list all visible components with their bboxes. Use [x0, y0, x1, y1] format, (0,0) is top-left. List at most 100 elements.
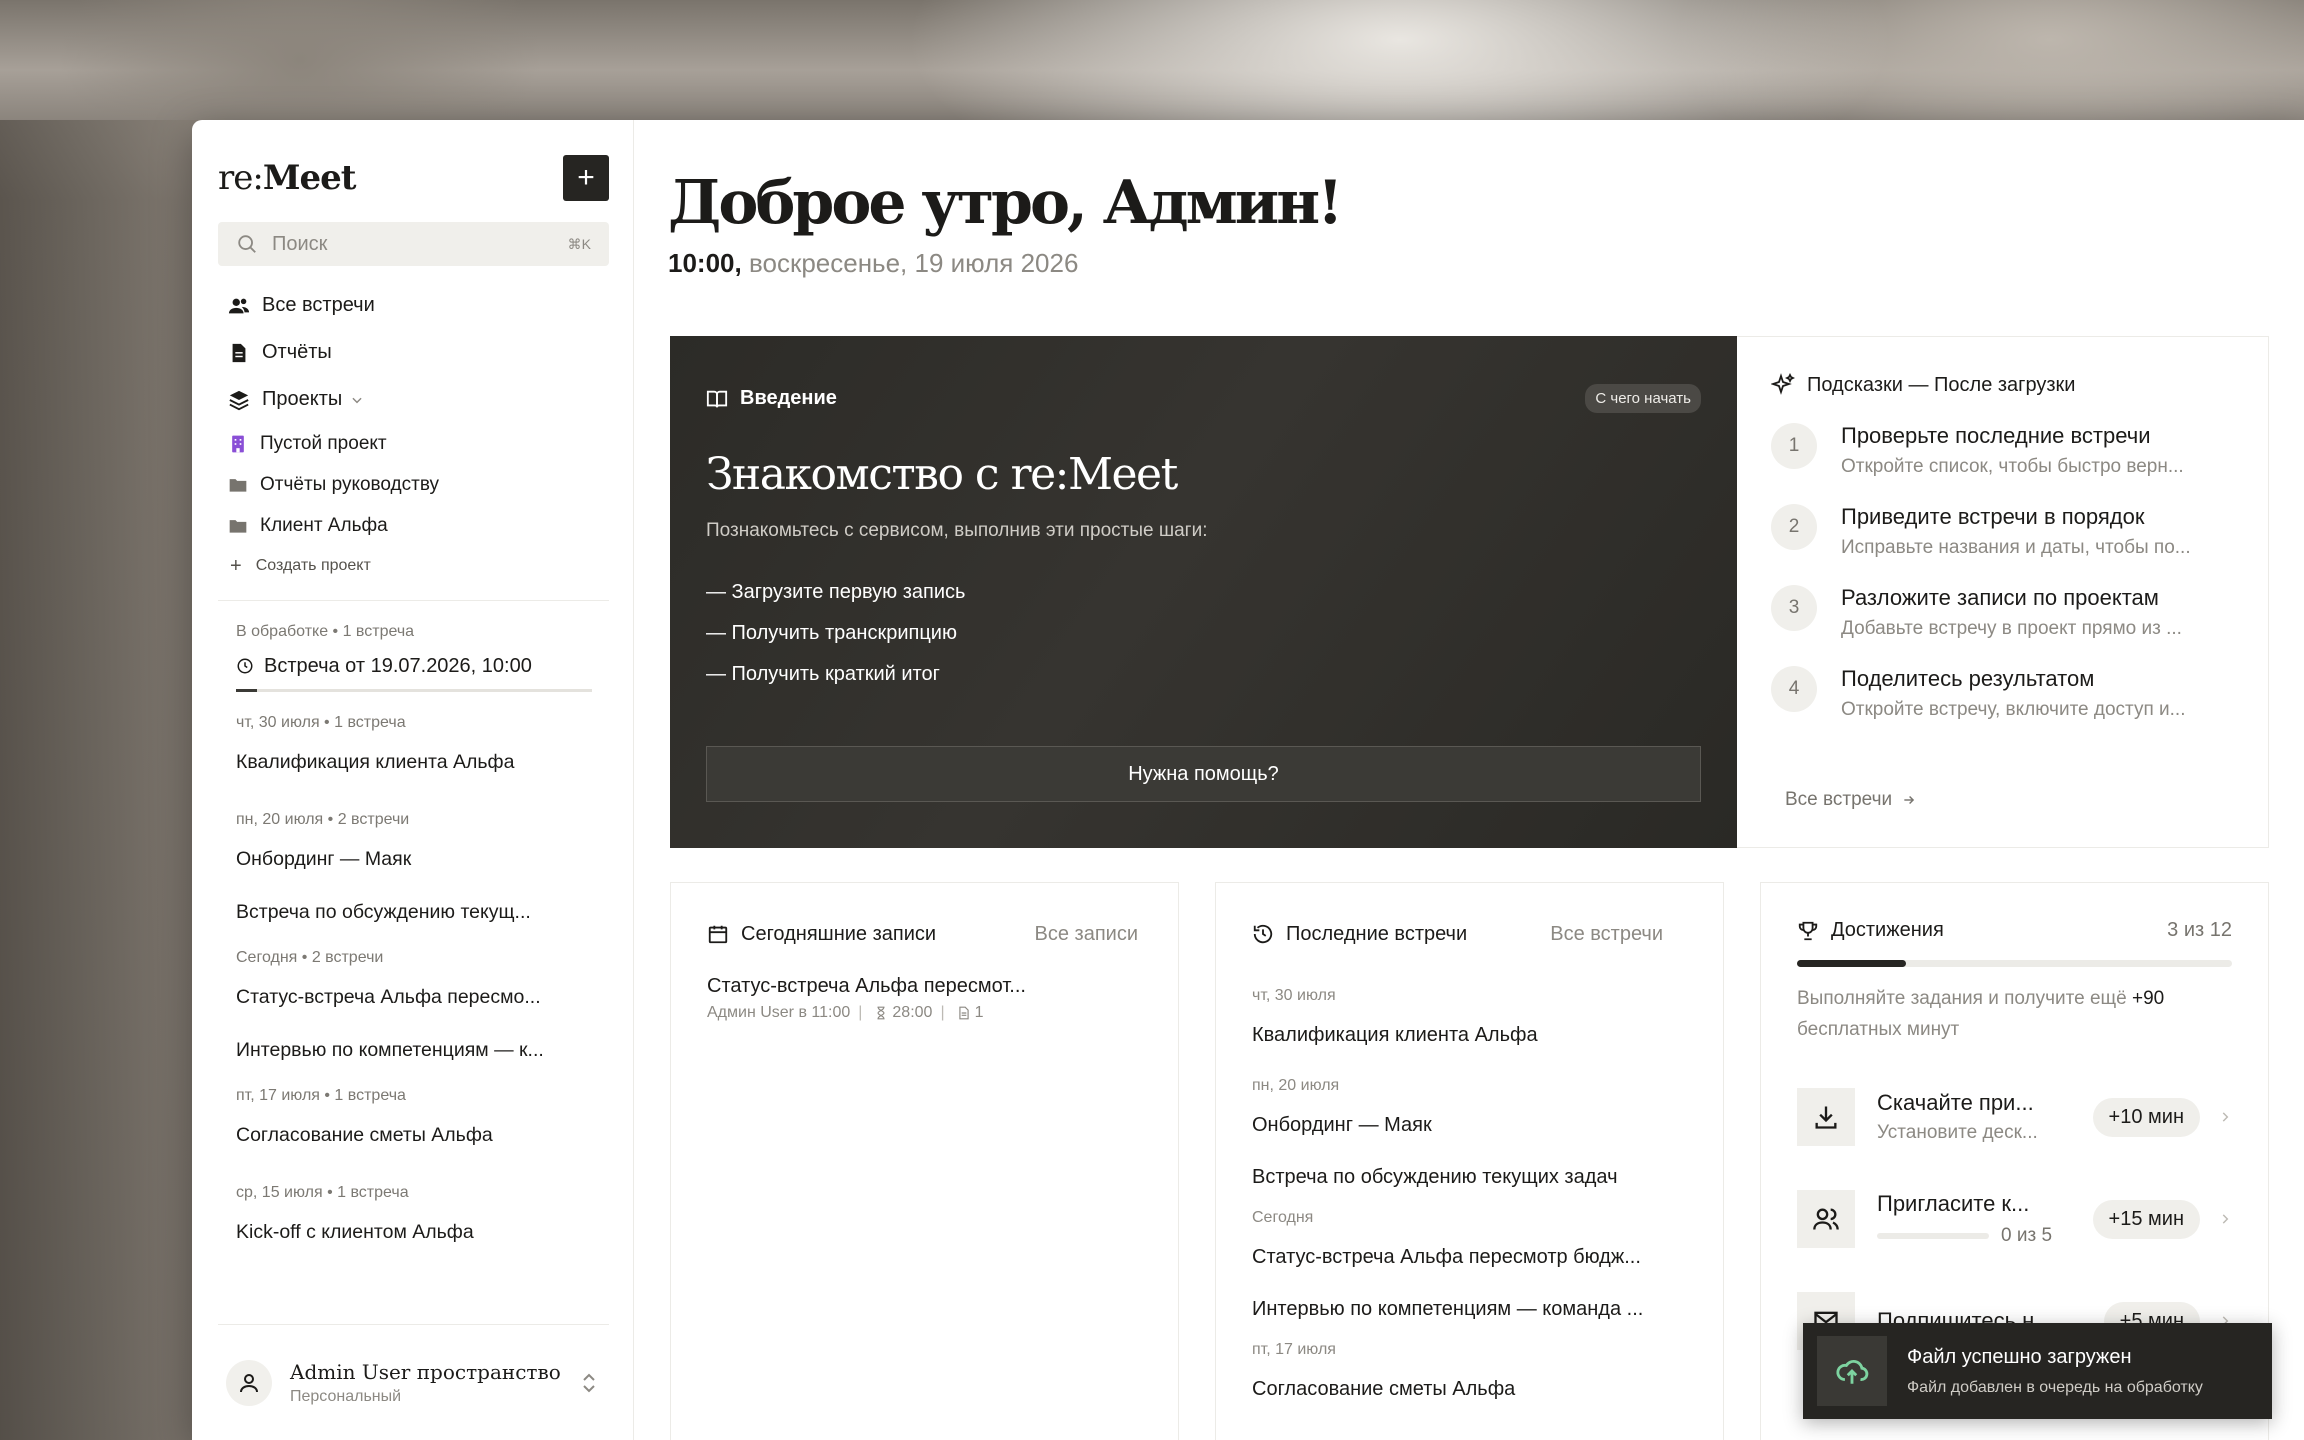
main-nav: Все встречи Отчёты Проекты Пустой проект…	[218, 282, 609, 586]
achievements-description: Выполняйте задания и получите ещё +90 бе…	[1797, 988, 2165, 1040]
folder-icon	[229, 519, 247, 533]
current-datetime: 10:00, воскресенье, 19 июля 2026	[668, 248, 1079, 278]
task-progress: 0 из 5	[1877, 1225, 2057, 1247]
sidebar-meeting-item[interactable]: Kick-off с клиентом Альфа	[236, 1206, 599, 1259]
trophy-icon	[1798, 921, 1818, 940]
nav-reports[interactable]: Отчёты	[218, 329, 609, 376]
sidebar-meeting-item[interactable]: Онбординг — Маяк	[236, 833, 599, 886]
recent-meeting-item[interactable]: Встреча по обсуждению текущих задач	[1252, 1151, 1687, 1203]
arrow-right-icon	[1904, 795, 1915, 805]
workspace-switcher[interactable]: Admin User пространство Персональный	[218, 1324, 609, 1440]
task-progress-bar	[1877, 1233, 1989, 1239]
group-label: пт, 17 июля	[1252, 1341, 1336, 1358]
task-reward: +10 мин	[2092, 1097, 2200, 1137]
chevron-right-icon	[2222, 1112, 2229, 1122]
group-label: пн, 20 июля	[1252, 1077, 1340, 1094]
tip-description: Исправьте названия и даты, чтобы по...	[1841, 537, 2191, 558]
sidebar: re:Meet + Поиск ⌘K Все встречи Отчёты Пр…	[192, 120, 634, 1440]
processing-progress-fill	[236, 689, 258, 692]
group-label: ср, 15 июля • 1 встреча	[236, 1184, 409, 1201]
tip-item[interactable]: 3 Разложите записи по проектам Добавьте в…	[1771, 585, 2232, 640]
tips-card: Подсказки — После загрузки 1 Проверьте п…	[1737, 336, 2269, 848]
tip-description: Откройте список, чтобы быстро верн...	[1841, 456, 2184, 477]
sidebar-meeting-item[interactable]: Встреча по обсуждению текущ...	[236, 886, 599, 939]
plus-icon: +	[230, 554, 242, 577]
getting-started-badge: С чего начать	[1585, 384, 1701, 413]
history-icon	[1253, 924, 1273, 944]
group-label: пн, 20 июля • 2 встречи	[236, 811, 410, 828]
group-label: пт, 17 июля • 1 встреча	[236, 1087, 406, 1104]
project-item-empty[interactable]: Пустой проект	[218, 423, 609, 464]
task-icon-box	[1797, 1190, 1855, 1248]
recent-meeting-item[interactable]: Интервью по компетенциям — команда ...	[1252, 1283, 1687, 1335]
project-item-reports[interactable]: Отчёты руководству	[218, 464, 609, 505]
tip-title: Поделитесь результатом	[1841, 666, 2095, 691]
recent-meeting-item[interactable]: Согласование сметы Альфа	[1252, 1363, 1687, 1415]
sidebar-meeting-item[interactable]: Согласование сметы Альфа	[236, 1109, 599, 1162]
recent-all-meetings-link[interactable]: Все встречи	[1550, 923, 1663, 946]
task-title: Скачайте при...	[1877, 1090, 2034, 1115]
tip-number: 4	[1771, 666, 1817, 712]
achievement-task[interactable]: Пригласите к... 0 из 5 +15 мин	[1797, 1189, 2232, 1249]
tip-number: 2	[1771, 504, 1817, 550]
app-logo[interactable]: re:Meet	[218, 158, 356, 198]
tips-title: Подсказки — После загрузки	[1807, 373, 2076, 396]
group-label: чт, 30 июля • 1 встреча	[236, 714, 406, 731]
project-item-client[interactable]: Клиент Альфа	[218, 505, 609, 546]
today-records-card: Сегодняшние записи Все записи Статус-вст…	[670, 882, 1179, 1440]
folder-icon	[229, 478, 247, 492]
tip-item[interactable]: 1 Проверьте последние встречи Откройте сп…	[1771, 423, 2232, 478]
recent-meeting-item[interactable]: Онбординг — Маяк	[1252, 1099, 1687, 1151]
search-shortcut: ⌘K	[567, 235, 591, 252]
nav-projects[interactable]: Проекты	[218, 376, 609, 423]
upload-success-toast[interactable]: Файл успешно загружен Файл добавлен в оч…	[1803, 1323, 2272, 1419]
achievements-title: Достижения	[1831, 919, 1944, 941]
achievement-task[interactable]: Скачайте при... Установите деск... +10 м…	[1797, 1087, 2232, 1147]
processing-meeting[interactable]: Встреча от 19.07.2026, 10:00	[236, 649, 599, 692]
achievements-progress-fill	[1797, 960, 1906, 967]
all-records-link[interactable]: Все записи	[1035, 923, 1139, 946]
record-meta: Админ User в 11:00 | 28:00 | 1	[707, 1004, 984, 1021]
nav-all-meetings[interactable]: Все встречи	[218, 282, 609, 329]
document-icon	[958, 1006, 969, 1020]
task-title: Пригласите к...	[1877, 1191, 2030, 1216]
create-project-button[interactable]: + Создать проект	[218, 546, 609, 586]
sidebar-meeting-item[interactable]: Статус-встреча Альфа пересмо...	[236, 971, 599, 1024]
sidebar-meeting-item[interactable]: Интервью по компетенциям — к...	[236, 1024, 599, 1077]
tips-all-meetings-link[interactable]: Все встречи	[1785, 789, 1916, 811]
tip-description: Добавьте встречу в проект прямо из ...	[1841, 618, 2182, 639]
recent-meetings-title: Последние встречи	[1286, 922, 1468, 945]
building-icon	[232, 435, 244, 452]
intro-step: — Получить транскрипцию	[706, 622, 957, 644]
new-meeting-button[interactable]: +	[563, 155, 609, 201]
chevron-down-icon[interactable]	[350, 393, 364, 407]
tip-item[interactable]: 2 Приведите встречи в порядок Исправьте н…	[1771, 504, 2232, 559]
download-icon	[1815, 1106, 1837, 1129]
search-input[interactable]: Поиск ⌘K	[218, 222, 609, 266]
recent-meetings-list: чт, 30 июля Квалификация клиента Альфа п…	[1252, 971, 1687, 1415]
today-records-title: Сегодняшние записи	[741, 922, 937, 945]
intro-card: Введение С чего начать Знакомство с re:M…	[670, 336, 1737, 848]
task-subtitle: Установите деск...	[1877, 1122, 2038, 1143]
clock-icon	[237, 658, 253, 674]
recent-meeting-item[interactable]: Квалификация клиента Альфа	[1252, 1009, 1687, 1061]
recent-meeting-item[interactable]: Статус-встреча Альфа пересмотр бюдж...	[1252, 1231, 1687, 1283]
sidebar-meeting-list: В обработке • 1 встреча Встреча от 19.07…	[218, 623, 609, 1259]
group-label-processing: В обработке • 1 встреча	[236, 623, 415, 640]
intro-steps: — Загрузите первую запись — Получить тра…	[706, 572, 1701, 695]
help-button[interactable]: Нужна помощь?	[706, 746, 1701, 802]
tip-number: 1	[1771, 423, 1817, 469]
sidebar-meeting-item[interactable]: Квалификация клиента Альфа	[236, 736, 599, 789]
user-icon	[240, 1373, 258, 1392]
record-item[interactable]: Статус-встреча Альфа пересмот... Админ U…	[707, 975, 1142, 1022]
chevron-updown-icon	[583, 1373, 595, 1392]
cloud-upload-icon	[1836, 1359, 1869, 1384]
achievements-count: 3 из 12	[2167, 919, 2232, 941]
users-icon	[228, 298, 250, 313]
app-window: re:Meet + Поиск ⌘K Все встречи Отчёты Пр…	[192, 120, 2304, 1440]
tip-title: Разложите записи по проектам	[1841, 585, 2159, 610]
tip-item[interactable]: 4 Поделитесь результатом Откройте встречу…	[1771, 666, 2232, 721]
tip-number: 3	[1771, 585, 1817, 631]
main-content: Доброе утро, Админ! 10:00, воскресенье, …	[634, 120, 2304, 1440]
page-title: Доброе утро, Админ!	[668, 168, 1344, 238]
